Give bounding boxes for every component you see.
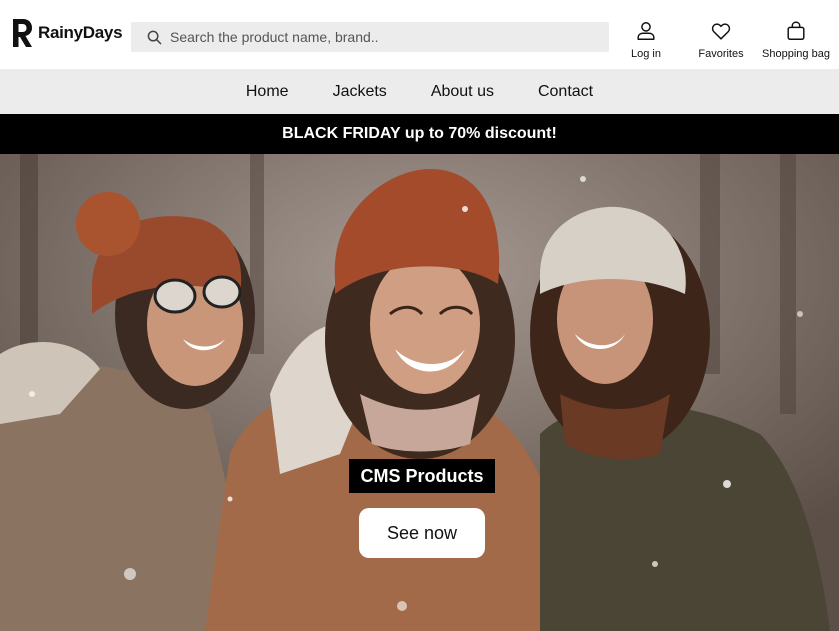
- nav-item-about[interactable]: About us: [431, 83, 494, 101]
- promo-text: BLACK FRIDAY up to 70% discount!: [282, 125, 557, 142]
- login-label: Log in: [631, 48, 661, 60]
- nav-item-jackets[interactable]: Jackets: [333, 83, 387, 101]
- login-button[interactable]: Log in: [626, 20, 666, 60]
- see-now-button[interactable]: See now: [359, 508, 485, 558]
- search-input[interactable]: [170, 29, 590, 45]
- heart-icon: [711, 23, 731, 40]
- favorites-button[interactable]: Favorites: [695, 20, 747, 60]
- hero-image: [0, 154, 839, 631]
- site-header: RainyDays Log in Favorites Shopping bag: [0, 0, 839, 69]
- hero-title: CMS Products: [349, 459, 495, 493]
- user-icon: [637, 22, 655, 40]
- search-bar: [131, 22, 609, 52]
- shopping-bag-label: Shopping bag: [762, 48, 830, 60]
- promo-banner: BLACK FRIDAY up to 70% discount!: [0, 114, 839, 154]
- brand-logo[interactable]: RainyDays: [11, 18, 123, 48]
- hero-section: CMS Products See now: [0, 154, 839, 631]
- brand-name: RainyDays: [38, 23, 123, 42]
- favorites-label: Favorites: [698, 48, 744, 60]
- logo-r-icon: [13, 19, 32, 47]
- nav-item-contact[interactable]: Contact: [538, 83, 593, 101]
- shopping-bag-button[interactable]: Shopping bag: [759, 20, 833, 60]
- shopping-bag-icon: [787, 21, 805, 40]
- nav-item-home[interactable]: Home: [246, 83, 289, 101]
- search-icon: [147, 30, 162, 44]
- main-nav: Home Jackets About us Contact: [0, 69, 839, 114]
